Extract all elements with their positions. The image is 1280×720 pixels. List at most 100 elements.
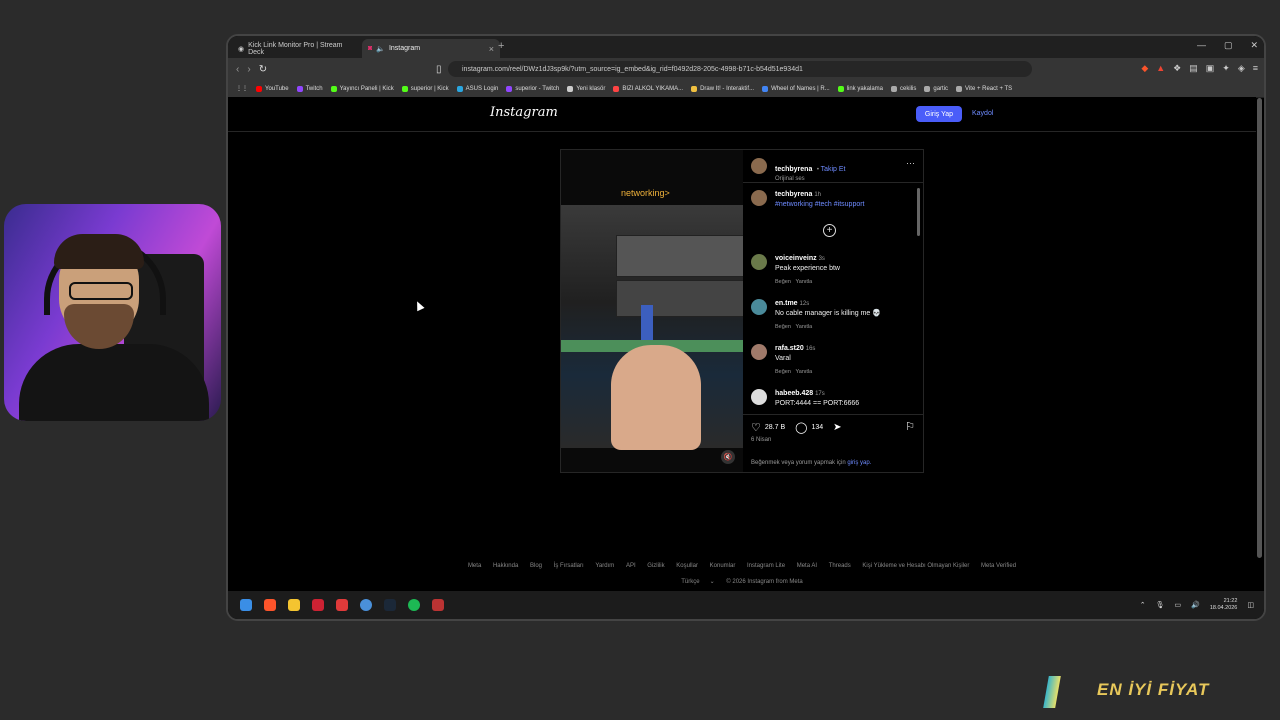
footer-link[interactable]: Instagram Lite	[747, 563, 785, 569]
footer-link[interactable]: Hakkında	[493, 563, 518, 569]
footer-link[interactable]: Koşullar	[676, 563, 698, 569]
spotify-icon[interactable]	[408, 599, 420, 611]
chevron-up-icon[interactable]: ⌃	[1140, 601, 1146, 609]
footer-link[interactable]: Meta AI	[797, 563, 817, 569]
bookmark-item[interactable]: Twitch	[296, 85, 323, 92]
follow-link[interactable]: Takip Et	[821, 166, 846, 173]
caption-hashtags[interactable]: #networking #tech #itsupport	[775, 200, 915, 209]
like-comment-link[interactable]: Beğen	[775, 324, 791, 330]
mute-icon[interactable]: 🔇	[721, 450, 735, 464]
page-scrollbar[interactable]	[1257, 98, 1262, 558]
footer-link[interactable]: Blog	[530, 563, 542, 569]
avatar[interactable]	[751, 254, 767, 270]
extensions-icon[interactable]: ❖	[1173, 63, 1181, 74]
like-comment-link[interactable]: Beğen	[775, 369, 791, 375]
rewards-icon[interactable]: ▲	[1156, 63, 1165, 74]
leo-icon[interactable]: ✦	[1222, 63, 1230, 74]
forward-icon[interactable]: ›	[247, 64, 250, 75]
like-comment-link[interactable]: Beğen	[775, 279, 791, 285]
wallet-icon[interactable]: ▣	[1206, 63, 1215, 74]
close-window-icon[interactable]: ✕	[1250, 40, 1258, 51]
bookmark-icon[interactable]: ▯	[436, 64, 442, 75]
instagram-logo[interactable]: Instagram	[490, 105, 558, 120]
comment-icon[interactable]: ◯	[795, 421, 807, 434]
bookmark-item[interactable]: ASUS Login	[456, 85, 498, 92]
bookmark-item[interactable]: cekilis	[891, 85, 916, 92]
brave-shield-icon[interactable]: ◆	[1141, 63, 1148, 74]
bookmark-item[interactable]: link yakalama	[837, 85, 883, 92]
comment-user[interactable]: voiceinveinz	[775, 255, 817, 262]
maximize-icon[interactable]: ▢	[1224, 40, 1233, 51]
language-select[interactable]: Türkçe	[681, 579, 699, 585]
windows-start-icon[interactable]	[240, 599, 252, 611]
back-icon[interactable]: ‹	[236, 64, 239, 75]
notification-icon[interactable]: ◫	[1247, 601, 1254, 609]
bookmark-item[interactable]: YouTube	[256, 85, 289, 92]
vpn-icon[interactable]: ◈	[1238, 63, 1245, 74]
url-field[interactable]: instagram.com/reel/DWz1dJ3sp9k/?utm_sour…	[448, 61, 1032, 77]
save-icon[interactable]: ⚐	[905, 420, 915, 433]
app-icon[interactable]	[432, 599, 444, 611]
login-prompt-link[interactable]: giriş yap.	[847, 460, 871, 466]
menu-icon[interactable]: ≡	[1253, 63, 1258, 74]
reel-video[interactable]: networking> 🔇	[561, 150, 743, 472]
apps-icon[interactable]: ⋮⋮	[236, 85, 248, 92]
brave-icon[interactable]	[264, 599, 276, 611]
app-icon[interactable]	[336, 599, 348, 611]
footer-link[interactable]: API	[626, 563, 636, 569]
file-explorer-icon[interactable]	[288, 599, 300, 611]
sidebar-icon[interactable]: ▤	[1189, 63, 1198, 74]
avatar[interactable]	[751, 344, 767, 360]
footer-link[interactable]: Konumlar	[710, 563, 736, 569]
footer-link[interactable]: Gizlilik	[647, 563, 664, 569]
tab-kick-link-monitor[interactable]: ◉ Kick Link Monitor Pro | Stream Deck	[232, 39, 364, 58]
share-icon[interactable]: ➤	[833, 422, 841, 433]
comment-user[interactable]: habeeb.428	[775, 390, 813, 397]
footer-link[interactable]: Kişi Yükleme ve Hesabı Olmayan Kişiler	[862, 563, 969, 569]
reply-link[interactable]: Yanıtla	[796, 369, 813, 375]
app-icon[interactable]	[312, 599, 324, 611]
footer-link[interactable]: Yardım	[595, 563, 614, 569]
bookmark-item[interactable]: Draw It! - Interaktif...	[691, 85, 754, 92]
bookmark-item[interactable]: gartic	[924, 85, 948, 92]
bookmark-item[interactable]: Wheel of Names | R...	[762, 85, 830, 92]
avatar[interactable]	[751, 389, 767, 405]
signup-link[interactable]: Kaydol	[972, 110, 993, 117]
bookmark-item[interactable]: Vite + React + TS	[956, 85, 1012, 92]
author-name[interactable]: techbyrena	[775, 191, 812, 198]
footer-link[interactable]: Threads	[829, 563, 851, 569]
bookmark-item[interactable]: superior | Kick	[401, 85, 449, 92]
footer-link[interactable]: Meta	[468, 563, 481, 569]
avatar[interactable]	[751, 190, 767, 206]
audio-label[interactable]: Orijinal ses	[775, 176, 846, 182]
load-more-comments-icon[interactable]: +	[823, 224, 836, 237]
bookmark-item[interactable]: Yayıncı Paneli | Kick	[330, 85, 394, 92]
comments-scrollbar[interactable]	[917, 188, 920, 236]
more-options-icon[interactable]: ···	[906, 158, 915, 168]
bookmark-item[interactable]: BIZI ALKOL YIKAMA...	[613, 85, 683, 92]
reply-link[interactable]: Yanıtla	[796, 279, 813, 285]
bookmark-item[interactable]: superior - Twitch	[506, 85, 559, 92]
footer-link[interactable]: Meta Verified	[981, 563, 1016, 569]
heart-icon[interactable]: ♡	[751, 421, 761, 434]
new-tab-button[interactable]: +	[498, 40, 504, 52]
app-icon[interactable]	[360, 599, 372, 611]
comment-user[interactable]: rafa.st20	[775, 345, 804, 352]
volume-icon[interactable]: 🔊	[1191, 601, 1200, 609]
comment-user[interactable]: en.tme	[775, 300, 798, 307]
bookmark-item[interactable]: Yeni klasör	[567, 85, 605, 92]
footer-link[interactable]: İş Fırsatları	[554, 563, 584, 569]
minimize-icon[interactable]: —	[1197, 40, 1206, 51]
avatar[interactable]	[751, 299, 767, 315]
clock[interactable]: 21:22 18.04.2026	[1210, 598, 1238, 612]
close-tab-icon[interactable]: ×	[489, 44, 494, 54]
avatar[interactable]	[751, 158, 767, 174]
mic-icon[interactable]: 🎙	[1156, 601, 1165, 609]
tab-instagram[interactable]: ◙ 🔈 Instagram ×	[362, 39, 500, 58]
author-name[interactable]: techbyrena	[775, 166, 812, 173]
reply-link[interactable]: Yanıtla	[796, 324, 813, 330]
login-button[interactable]: Giriş Yap	[916, 106, 962, 122]
steam-icon[interactable]	[384, 599, 396, 611]
reload-icon[interactable]: ↻	[259, 64, 267, 75]
network-icon[interactable]: ▭	[1175, 601, 1182, 609]
